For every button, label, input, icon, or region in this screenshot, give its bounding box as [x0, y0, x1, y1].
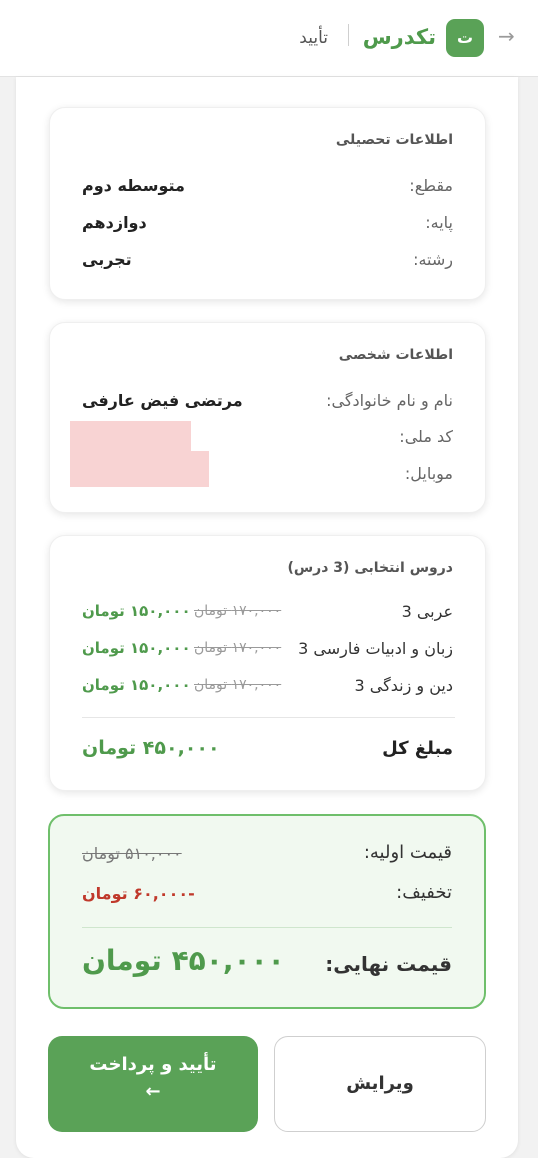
discount-label: تخفیف:	[396, 882, 452, 903]
discount-value: -۶۰,۰۰۰ تومان	[82, 884, 195, 903]
arrow-left-icon: ←	[145, 1081, 161, 1102]
initial-price-value: ۵۱۰,۰۰۰ تومان	[82, 844, 182, 863]
course-new-price: ۱۵۰,۰۰۰ تومان	[82, 602, 191, 620]
course-name: عربی 3	[401, 602, 453, 621]
national-id-redaction	[70, 421, 191, 453]
edit-button-label: ویرایش	[346, 1073, 414, 1094]
course-name: زبان و ادبیات فارسی 3	[298, 639, 453, 658]
brand-name: تکدرس	[362, 25, 436, 49]
total-value: ۴۵۰,۰۰۰ تومان	[82, 737, 220, 759]
course-old-price: ۱۷۰,۰۰۰ تومان	[194, 603, 282, 619]
mobile-label: موبایل:	[404, 464, 453, 483]
major-value: تجربی	[82, 250, 132, 269]
education-title: اطلاعات تحصیلی	[335, 132, 453, 148]
course-old-price: ۱۷۰,۰۰۰ تومان	[194, 640, 282, 656]
edit-button[interactable]: ویرایش	[274, 1036, 486, 1132]
mobile-redaction	[70, 451, 209, 487]
confirm-pay-button[interactable]: تأیید و پرداخت ←	[48, 1036, 258, 1132]
breadcrumb-separator	[348, 24, 349, 46]
personal-card: اطلاعات شخصی نام و نام خانوادگی: مرتضی ف…	[49, 322, 486, 513]
courses-title: دروس انتخابی (3 درس)	[287, 560, 453, 576]
grade-level-value: متوسطه دوم	[82, 176, 185, 195]
grade-value: دوازدهم	[82, 213, 147, 232]
grade-level-label: مقطع:	[409, 176, 453, 195]
course-new-price: ۱۵۰,۰۰۰ تومان	[82, 639, 191, 657]
personal-title: اطلاعات شخصی	[338, 347, 453, 363]
summary-divider	[82, 927, 452, 928]
courses-divider	[82, 717, 455, 718]
course-new-price: ۱۵۰,۰۰۰ تومان	[82, 676, 191, 694]
logo: ت	[446, 19, 484, 57]
final-price-value: ۴۵۰,۰۰۰ تومان	[82, 944, 285, 977]
top-bar: → ت تکدرس تأیید	[0, 0, 538, 77]
final-price-label: قیمت نهایی:	[325, 952, 452, 976]
major-label: رشته:	[413, 250, 453, 269]
course-old-price: ۱۷۰,۰۰۰ تومان	[194, 677, 282, 693]
back-arrow-icon[interactable]: →	[498, 24, 515, 48]
fullname-value: مرتضی فیض عارفی	[82, 391, 243, 410]
national-id-label: کد ملی:	[399, 427, 453, 446]
education-card: اطلاعات تحصیلی مقطع: متوسطه دوم پایه: دو…	[49, 107, 486, 300]
total-label: مبلغ کل	[382, 738, 453, 759]
price-summary: قیمت اولیه: ۵۱۰,۰۰۰ تومان تخفیف: -۶۰,۰۰۰…	[48, 814, 486, 1009]
fullname-label: نام و نام خانوادگی:	[326, 391, 453, 410]
confirm-pay-label: تأیید و پرداخت	[89, 1054, 217, 1075]
initial-price-label: قیمت اولیه:	[363, 842, 452, 863]
courses-card: دروس انتخابی (3 درس) عربی 3 ۱۷۰,۰۰۰ توما…	[49, 535, 486, 791]
course-name: دین و زندگی 3	[354, 676, 453, 695]
grade-label: پایه:	[425, 213, 453, 232]
breadcrumb-current: تأیید	[299, 28, 328, 48]
